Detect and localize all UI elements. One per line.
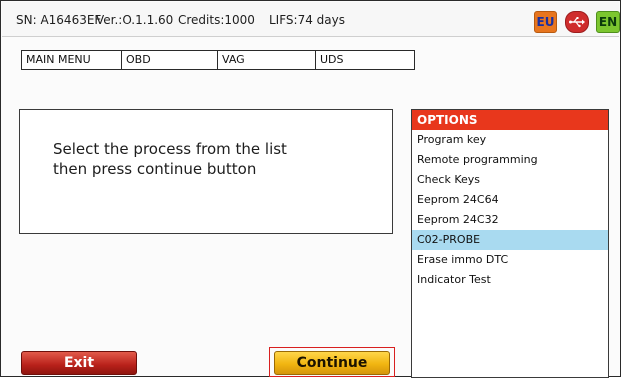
serial-number: SN: A16463EF	[16, 13, 102, 27]
option-check-keys[interactable]: Check Keys	[412, 170, 608, 190]
tab-main-menu[interactable]: MAIN MENU	[22, 51, 122, 69]
license-days: LIFS:74 days	[269, 13, 345, 27]
option-program-key[interactable]: Program key	[412, 130, 608, 150]
instruction-line-1: Select the process from the list	[53, 140, 287, 158]
instruction-line-2: then press continue button	[53, 160, 257, 178]
options-list: OPTIONS Program key Remote programming C…	[411, 109, 609, 378]
instruction-text: Select the process from the list then pr…	[53, 139, 373, 179]
usb-symbol	[569, 17, 585, 28]
exit-button[interactable]: Exit	[21, 351, 137, 375]
language-badge[interactable]: EN	[596, 11, 620, 33]
option-c02-probe[interactable]: C02-PROBE	[412, 230, 608, 250]
device-screen: SN: A16463EF Ver.:O.1.1.60 Credits:1000 …	[0, 0, 621, 378]
firmware-version: Ver.:O.1.1.60	[96, 13, 174, 27]
region-badge[interactable]: EU	[534, 11, 557, 33]
breadcrumb-menu: MAIN MENU OBD VAG UDS	[21, 50, 415, 70]
continue-button[interactable]: Continue	[274, 351, 390, 375]
instruction-panel: Select the process from the list then pr…	[19, 109, 393, 234]
option-eeprom-24c32[interactable]: Eeprom 24C32	[412, 210, 608, 230]
tab-uds[interactable]: UDS	[316, 51, 414, 69]
credits-count: Credits:1000	[178, 13, 255, 27]
option-remote-programming[interactable]: Remote programming	[412, 150, 608, 170]
options-header: OPTIONS	[412, 110, 608, 130]
tab-obd[interactable]: OBD	[122, 51, 218, 69]
option-indicator-test[interactable]: Indicator Test	[412, 270, 608, 290]
option-eeprom-24c64[interactable]: Eeprom 24C64	[412, 190, 608, 210]
option-erase-immo-dtc[interactable]: Erase immo DTC	[412, 250, 608, 270]
tab-vag[interactable]: VAG	[218, 51, 316, 69]
usb-icon	[565, 11, 589, 33]
status-bar: SN: A16463EF Ver.:O.1.1.60 Credits:1000 …	[2, 2, 620, 37]
